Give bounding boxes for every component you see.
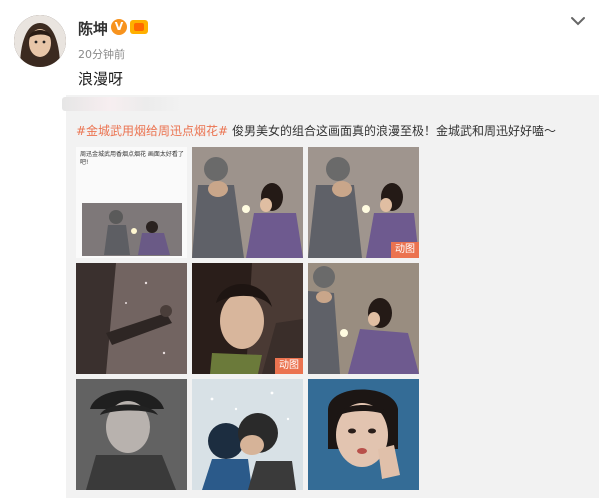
image-6[interactable]	[308, 263, 419, 374]
image-2[interactable]	[192, 147, 303, 258]
repost-body: 俊男美女的组合这画面真的浪漫至极！金城武和周迅好好嗑～	[228, 124, 556, 138]
image-5[interactable]: 动图	[192, 263, 303, 374]
gif-badge: 动图	[275, 358, 303, 374]
verified-v-icon: V	[111, 19, 127, 35]
repost-text: #金城武用烟给周迅点烟花# 俊男美女的组合这画面真的浪漫至极！金城武和周迅好好嗑…	[76, 124, 596, 139]
author-name[interactable]: 陈坤	[78, 18, 108, 39]
post-text: 浪漫呀	[78, 70, 124, 88]
gif-badge: 动图	[391, 242, 419, 258]
image-1[interactable]: 周迅金城武用香烟点烟花 画面太好看了吧!	[76, 147, 187, 258]
reposted-user-name-blurred[interactable]	[62, 97, 182, 111]
image-8[interactable]	[192, 379, 303, 490]
image-3[interactable]: 动图	[308, 147, 419, 258]
level-badge-icon	[130, 20, 148, 34]
avatar[interactable]	[14, 15, 66, 67]
hashtag-link[interactable]: #金城武用烟给周迅点烟花#	[76, 124, 228, 138]
image-9[interactable]	[308, 379, 419, 490]
image-7[interactable]	[76, 379, 187, 490]
image-4[interactable]	[76, 263, 187, 374]
post-time[interactable]: 20分钟前	[78, 46, 125, 62]
chevron-down-icon[interactable]	[569, 14, 587, 28]
